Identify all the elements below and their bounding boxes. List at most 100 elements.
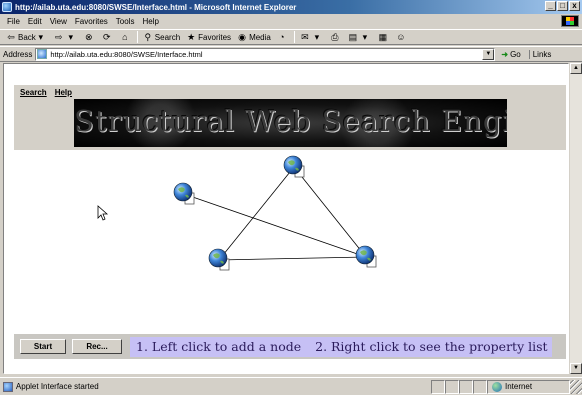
menu-help[interactable]: Help [138, 17, 162, 26]
print-icon: ⎙ [331, 32, 339, 42]
applet-menu-search[interactable]: Search [20, 88, 47, 97]
graph-svg[interactable] [14, 152, 566, 332]
dropdown-icon: ▾ [38, 32, 44, 42]
graph-node-globe-icon[interactable] [355, 245, 377, 268]
discuss-button[interactable]: ▦ [375, 32, 393, 42]
address-bar: Address http://ailab.uta.edu:8080/SWSE/I… [0, 46, 582, 62]
address-label: Address [3, 49, 33, 59]
toolbar-separator [136, 31, 138, 43]
scroll-down-arrow-icon[interactable]: ▼ [570, 363, 582, 374]
title-bar: http://ailab.uta.edu:8080/SWSE/Interface… [0, 0, 582, 14]
address-url: http://ailab.uta.edu:8080/SWSE/Interface… [50, 49, 203, 59]
start-button[interactable]: Start [20, 339, 66, 354]
standard-toolbar: ⇦ Back ▾ ⇨ ▾ ⊗ ⟳ ⌂ ⚲ Search ★ Favorites … [0, 29, 582, 45]
banner-area: Structural Web Search Engine [14, 99, 566, 150]
instruction-banner: 1. Left click to add a node 2. Right cli… [130, 336, 552, 357]
status-text: Applet Interface started [15, 382, 99, 391]
home-button[interactable]: ⌂ [117, 32, 135, 42]
graph-edge [293, 166, 367, 258]
zone-label: Internet [504, 382, 533, 391]
graph-node-globe-icon[interactable] [208, 248, 230, 271]
menu-tools[interactable]: Tools [112, 17, 139, 26]
status-bar: Applet Interface started Internet [0, 377, 582, 395]
menu-bar: File Edit View Favorites Tools Help [0, 14, 582, 28]
scroll-up-arrow-icon[interactable]: ▲ [570, 63, 582, 74]
applet-bottom-bar: Start Rec... 1. Left click to add a node… [14, 334, 566, 359]
applet-menu-help[interactable]: Help [55, 88, 72, 97]
graph-node-globe-icon[interactable] [173, 182, 195, 205]
ie-page-icon [2, 2, 12, 12]
back-arrow-icon: ⇦ [7, 32, 15, 42]
home-icon: ⌂ [122, 32, 128, 42]
minimize-button[interactable]: _ [545, 1, 556, 11]
back-label: Back [18, 32, 36, 42]
status-panel [431, 379, 446, 394]
forward-arrow-icon: ⇨ [55, 32, 63, 42]
window-title: http://ailab.uta.edu:8080/SWSE/Interface… [15, 2, 297, 12]
status-panel [459, 379, 474, 394]
graph-edge [183, 193, 367, 258]
ie-throbber-logo [561, 15, 579, 27]
search-label: Search [154, 32, 181, 42]
menu-favorites[interactable]: Favorites [71, 17, 112, 26]
close-button[interactable]: x [569, 1, 580, 11]
applet-menu-bar: Search Help [14, 85, 566, 99]
page-icon [37, 49, 48, 59]
mail-icon: ✉ [301, 32, 309, 42]
media-button[interactable]: ◉ Media [234, 32, 274, 42]
security-zone: Internet [486, 379, 571, 394]
address-input[interactable]: http://ailab.uta.edu:8080/SWSE/Interface… [35, 47, 496, 61]
graph-edge [218, 166, 295, 261]
status-panel [445, 379, 460, 394]
instruction-left-click: 1. Left click to add a node [136, 339, 302, 354]
favorites-button[interactable]: ★ Favorites [183, 32, 234, 42]
edit-button[interactable]: ▤ ▾ [345, 32, 375, 42]
banner-image: Structural Web Search Engine [74, 99, 507, 147]
back-button[interactable]: ⇦ Back ▾ [3, 32, 51, 42]
dropdown-icon: ▾ [68, 32, 74, 42]
graph-edge [218, 256, 367, 261]
links-button[interactable]: Links [528, 49, 551, 59]
media-label: Media [249, 32, 271, 42]
go-arrow-icon: ➜ [501, 49, 509, 59]
maximize-button[interactable]: □ [557, 1, 568, 11]
page-content: Search Help Structural Web Search Engine… [3, 63, 569, 374]
window-controls: _ □ x [545, 1, 580, 11]
mail-button[interactable]: ✉ ▾ [297, 32, 327, 42]
menu-view[interactable]: View [46, 17, 71, 26]
search-icon: ⚲ [144, 32, 152, 42]
edit-icon: ▤ [348, 32, 358, 42]
vertical-scrollbar[interactable]: ▲ ▼ [570, 63, 582, 374]
status-panel [473, 379, 487, 394]
banner-title: Structural Web Search Engine [74, 104, 507, 138]
resize-grip[interactable] [570, 379, 582, 394]
discuss-icon: ▦ [378, 32, 388, 42]
stop-icon: ⊗ [85, 32, 93, 42]
graph-canvas[interactable] [14, 152, 566, 332]
history-button[interactable]: ◔ [274, 32, 292, 42]
graph-node-globe-icon[interactable] [283, 155, 305, 178]
search-button[interactable]: ⚲ Search [140, 32, 183, 42]
refresh-icon: ⟳ [103, 32, 111, 42]
messenger-button[interactable]: ☺ [393, 32, 411, 42]
print-button[interactable]: ⎙ [327, 32, 345, 42]
refresh-button[interactable]: ⟳ [99, 32, 117, 42]
internet-globe-icon [491, 381, 502, 392]
stop-button[interactable]: ⊗ [81, 32, 99, 42]
messenger-icon: ☺ [396, 32, 406, 42]
forward-button[interactable]: ⇨ ▾ [51, 32, 81, 42]
instruction-right-click: 2. Right click to see the property list [315, 339, 548, 354]
dropdown-icon: ▾ [362, 32, 368, 42]
media-icon: ◉ [238, 32, 246, 42]
favorites-icon: ★ [187, 32, 196, 42]
address-dropdown-icon[interactable]: ▼ [482, 48, 495, 60]
applet-status-icon [3, 381, 13, 392]
menu-file[interactable]: File [3, 17, 24, 26]
menu-edit[interactable]: Edit [24, 17, 46, 26]
rec-button[interactable]: Rec... [72, 339, 122, 354]
go-button[interactable]: ➜ Go [501, 50, 520, 59]
toolbar-separator [293, 31, 295, 43]
history-icon: ◔ [279, 32, 285, 42]
dropdown-icon: ▾ [314, 32, 320, 42]
favorites-label: Favorites [198, 32, 232, 42]
